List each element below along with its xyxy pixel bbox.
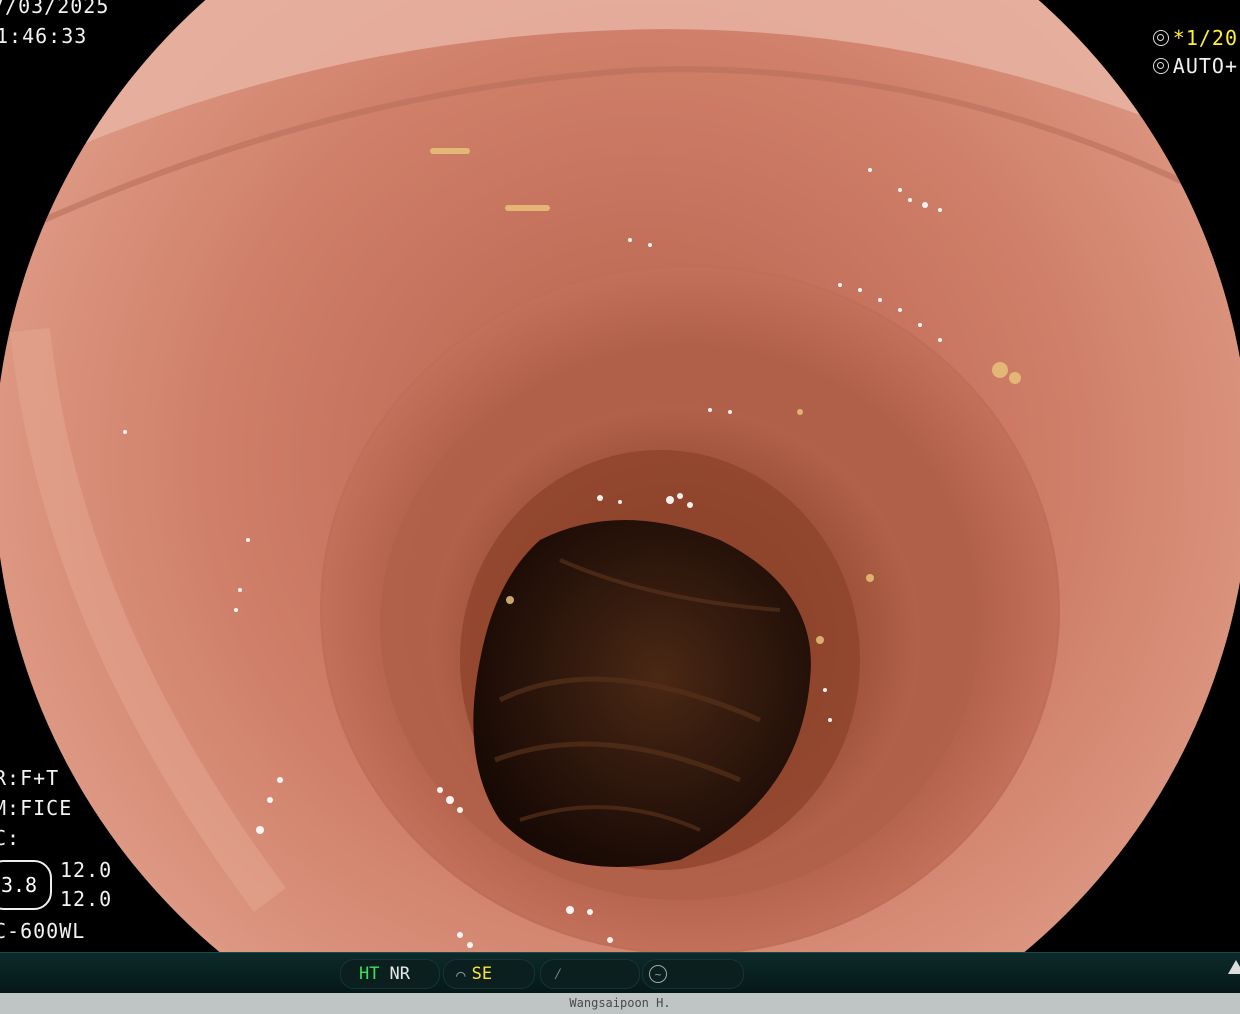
auto-exposure-indicator: AUTO+ bbox=[1152, 54, 1238, 78]
operator-name: Wangsaipoon H. bbox=[569, 996, 671, 1010]
zoom-value-b: 12.0 bbox=[60, 887, 113, 911]
mode-c-label: C: bbox=[0, 826, 21, 850]
duodenal-lumen-image bbox=[0, 0, 1240, 952]
shutter-indicator: *1/20 bbox=[1152, 26, 1238, 50]
ht-nr-toggle[interactable]: HT NR bbox=[340, 959, 440, 989]
iris-icon bbox=[1152, 58, 1169, 74]
endoscope-view bbox=[0, 0, 1240, 952]
zoom-value-a: 12.0 bbox=[60, 858, 113, 882]
exam-time: 1:46:33 bbox=[0, 24, 88, 48]
waveform-toggle[interactable]: ~ bbox=[642, 959, 744, 989]
exam-date: 7/03/2025 bbox=[0, 0, 110, 18]
shutter-speed: *1/20 bbox=[1172, 26, 1238, 50]
slope-toggle[interactable]: ⁄ bbox=[540, 959, 640, 989]
mode-m-label: M:FICE bbox=[0, 796, 73, 820]
nr-indicator: NR bbox=[389, 964, 410, 984]
mode-r-label: R:F+T bbox=[0, 766, 60, 790]
se-indicator: SE bbox=[471, 964, 493, 984]
ht-indicator: HT bbox=[359, 964, 380, 984]
slope-icon: ⁄ bbox=[553, 964, 563, 983]
scope-model: C-600WL bbox=[0, 919, 86, 943]
se-toggle[interactable]: ⌒ SE bbox=[443, 959, 535, 989]
operator-footer: Wangsaipoon H. bbox=[0, 993, 1240, 1014]
caret-up-icon bbox=[1228, 960, 1240, 974]
waveform-icon: ~ bbox=[649, 965, 667, 983]
zoom-badge: 3.8 bbox=[0, 860, 52, 910]
status-bar: HT NR ⌒ SE ⁄ ~ bbox=[0, 952, 1240, 993]
zoom-value: 3.8 bbox=[0, 873, 38, 897]
shutter-icon bbox=[1152, 30, 1169, 46]
ae-mode: AUTO+ bbox=[1172, 54, 1238, 78]
tone-curve-icon: ⌒ bbox=[456, 964, 466, 984]
